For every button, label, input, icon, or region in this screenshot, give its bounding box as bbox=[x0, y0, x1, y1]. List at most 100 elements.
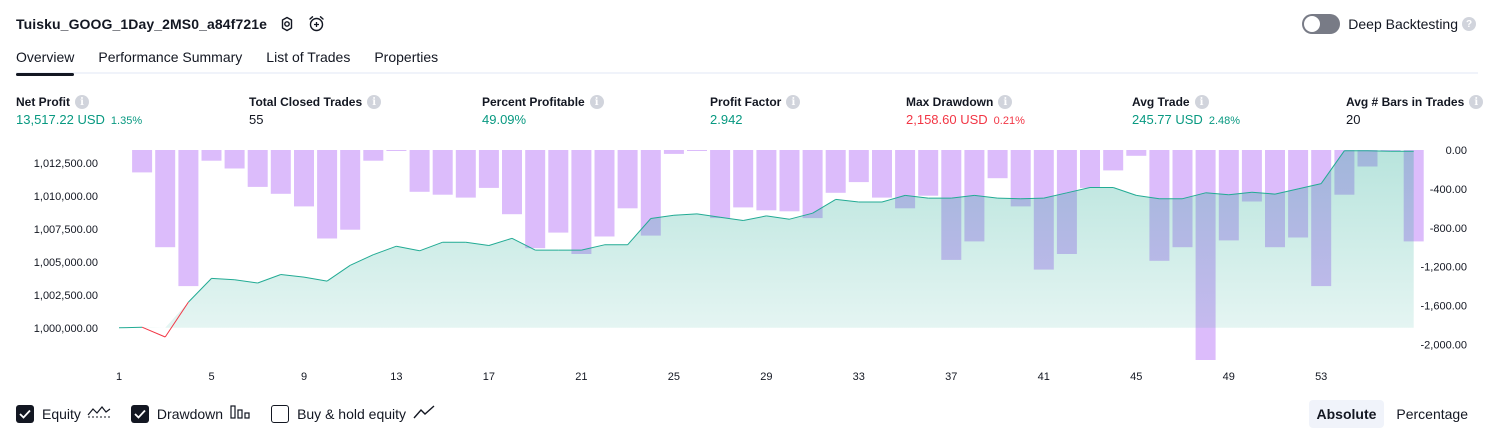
metric-value: 2,158.60 USD bbox=[906, 112, 988, 127]
drawdown-bar bbox=[1126, 150, 1147, 156]
drawdown-bar bbox=[825, 150, 846, 193]
drawdown-bar bbox=[571, 150, 592, 254]
equity-segment bbox=[118, 326, 143, 329]
x-tick-label: 21 bbox=[575, 371, 587, 383]
x-tick-label: 33 bbox=[853, 371, 865, 383]
info-icon[interactable]: i bbox=[998, 95, 1013, 109]
right-tick-label: -2,000.00 bbox=[1421, 339, 1467, 351]
drawdown-bar bbox=[872, 150, 892, 198]
tab-properties[interactable]: Properties bbox=[374, 46, 438, 74]
info-icon[interactable]: i bbox=[589, 95, 604, 109]
equity-line-icon bbox=[87, 403, 111, 426]
info-icon[interactable]: i bbox=[367, 95, 382, 109]
right-tick-label: -400.00 bbox=[1430, 184, 1467, 196]
x-tick-label: 45 bbox=[1130, 371, 1142, 383]
right-tick-label: -800.00 bbox=[1430, 223, 1467, 235]
drawdown-bar bbox=[617, 150, 638, 209]
x-tick-label: 41 bbox=[1038, 371, 1050, 383]
drawdown-bar bbox=[918, 150, 939, 196]
drawdown-bar bbox=[294, 150, 314, 207]
x-tick-label: 5 bbox=[208, 371, 214, 383]
x-tick-label: 13 bbox=[390, 371, 402, 383]
tab-list-of-trades[interactable]: List of Trades bbox=[266, 46, 350, 74]
metric-value: 245.77 USD bbox=[1132, 112, 1203, 127]
metric-value: 2.942 bbox=[710, 112, 743, 127]
drawdown-bar bbox=[1103, 150, 1124, 171]
x-tick-label: 17 bbox=[483, 371, 495, 383]
drawdown-bar bbox=[756, 150, 777, 211]
drawdown-bar bbox=[779, 150, 800, 212]
drawdown-bar bbox=[594, 150, 615, 237]
right-tick-label: 0.00 bbox=[1446, 145, 1467, 157]
drawdown-bar bbox=[132, 150, 153, 173]
info-icon[interactable]: i bbox=[1194, 95, 1209, 109]
right-axis: 0.00 -400.00 -800.00 -1,200.00 -1,600.00 -2,0… bbox=[1421, 145, 1467, 351]
metric-label: Avg # Bars in Trades bbox=[1346, 95, 1465, 109]
metric-avg-trade: Avg Trade i 245.77 USD 2.48% bbox=[1132, 94, 1240, 128]
metric-profit-factor: Profit Factor i 2.942 bbox=[710, 94, 801, 128]
drawdown-bar bbox=[1080, 150, 1100, 188]
drawdown-bar bbox=[710, 150, 731, 219]
x-tick-label: 9 bbox=[301, 371, 307, 383]
alarm-plus-icon[interactable] bbox=[307, 14, 327, 34]
metric-value: 13,517.22 USD bbox=[16, 112, 105, 127]
metric-value: 49.09% bbox=[482, 112, 527, 127]
drawdown-bar bbox=[548, 150, 569, 233]
chart-legend: Equity Drawdown Buy & hold equity bbox=[16, 402, 456, 426]
drawdown-bar bbox=[733, 150, 754, 208]
metric-value: 20 bbox=[1346, 112, 1361, 127]
equity-segment bbox=[1020, 197, 1044, 200]
drawdown-bar bbox=[178, 150, 199, 287]
equity-drawdown-chart[interactable]: 1,012,500.00 1,010,000.00 1,007,500.00 1,00… bbox=[0, 140, 1494, 392]
deep-backtesting: Deep Backtesting ? bbox=[1302, 12, 1476, 36]
legend-buy-hold[interactable]: Buy & hold equity bbox=[271, 403, 436, 426]
drawdown-bar bbox=[687, 150, 707, 151]
x-axis: 1 5 9 13 17 21 25 29 33 37 41 45 49 53 bbox=[116, 371, 1327, 383]
info-icon[interactable]: i bbox=[786, 95, 801, 109]
metric-label: Max Drawdown bbox=[906, 95, 994, 109]
x-tick-label: 29 bbox=[760, 371, 772, 383]
checkbox-equity[interactable] bbox=[16, 405, 34, 423]
drawdown-bar bbox=[247, 150, 268, 187]
metric-avg-bars: Avg # Bars in Trades i 20 bbox=[1346, 94, 1484, 128]
deep-backtesting-toggle[interactable] bbox=[1302, 14, 1341, 34]
metric-label: Profit Factor bbox=[710, 95, 782, 109]
drawdown-bar bbox=[224, 150, 245, 169]
absolute-button[interactable]: Absolute bbox=[1308, 400, 1385, 428]
x-tick-label: 37 bbox=[945, 371, 957, 383]
metric-label: Percent Profitable bbox=[482, 95, 585, 109]
tab-bar: Overview Performance Summary List of Tra… bbox=[16, 46, 1478, 76]
drawdown-bar bbox=[386, 150, 407, 151]
metric-net-profit: Net Profit i 13,517.22 USD 1.35% bbox=[16, 94, 142, 128]
tab-performance-summary[interactable]: Performance Summary bbox=[98, 46, 242, 74]
metric-total-closed-trades: Total Closed Trades i 55 bbox=[249, 94, 382, 128]
legend-drawdown-label: Drawdown bbox=[156, 406, 224, 422]
metric-label: Net Profit bbox=[16, 95, 70, 109]
x-tick-label: 25 bbox=[668, 371, 680, 383]
left-tick-label: 1,007,500.00 bbox=[34, 224, 98, 236]
metric-value: 55 bbox=[249, 112, 264, 127]
drawdown-bar bbox=[363, 150, 384, 161]
drawdown-bar bbox=[663, 150, 684, 154]
drawdown-bar bbox=[478, 150, 499, 188]
info-icon[interactable]: i bbox=[75, 95, 89, 109]
gear-icon[interactable] bbox=[277, 14, 297, 34]
checkbox-buy-hold[interactable] bbox=[271, 405, 290, 423]
equity-segment bbox=[1367, 150, 1391, 152]
left-tick-label: 1,000,000.00 bbox=[34, 323, 98, 335]
x-tick-label: 49 bbox=[1223, 371, 1235, 383]
metric-label: Avg Trade bbox=[1132, 95, 1190, 109]
metric-percent-profitable: Percent Profitable i 49.09% bbox=[482, 94, 604, 128]
strategy-header: Tuisku_GOOG_1Day_2MS0_a84f721e bbox=[16, 12, 327, 36]
percentage-button[interactable]: Percentage bbox=[1388, 400, 1476, 428]
info-icon[interactable]: i bbox=[1469, 95, 1484, 109]
equity-segment bbox=[141, 326, 166, 338]
tab-overview[interactable]: Overview bbox=[16, 46, 75, 76]
left-tick-label: 1,002,500.00 bbox=[34, 290, 98, 302]
checkbox-drawdown[interactable] bbox=[130, 405, 149, 423]
legend-equity[interactable]: Equity bbox=[16, 403, 111, 426]
scale-mode-switch: Absolute Percentage bbox=[1308, 400, 1477, 428]
drawdown-bar bbox=[987, 150, 1008, 179]
legend-drawdown[interactable]: Drawdown bbox=[130, 403, 251, 426]
question-icon[interactable]: ? bbox=[1462, 17, 1476, 31]
